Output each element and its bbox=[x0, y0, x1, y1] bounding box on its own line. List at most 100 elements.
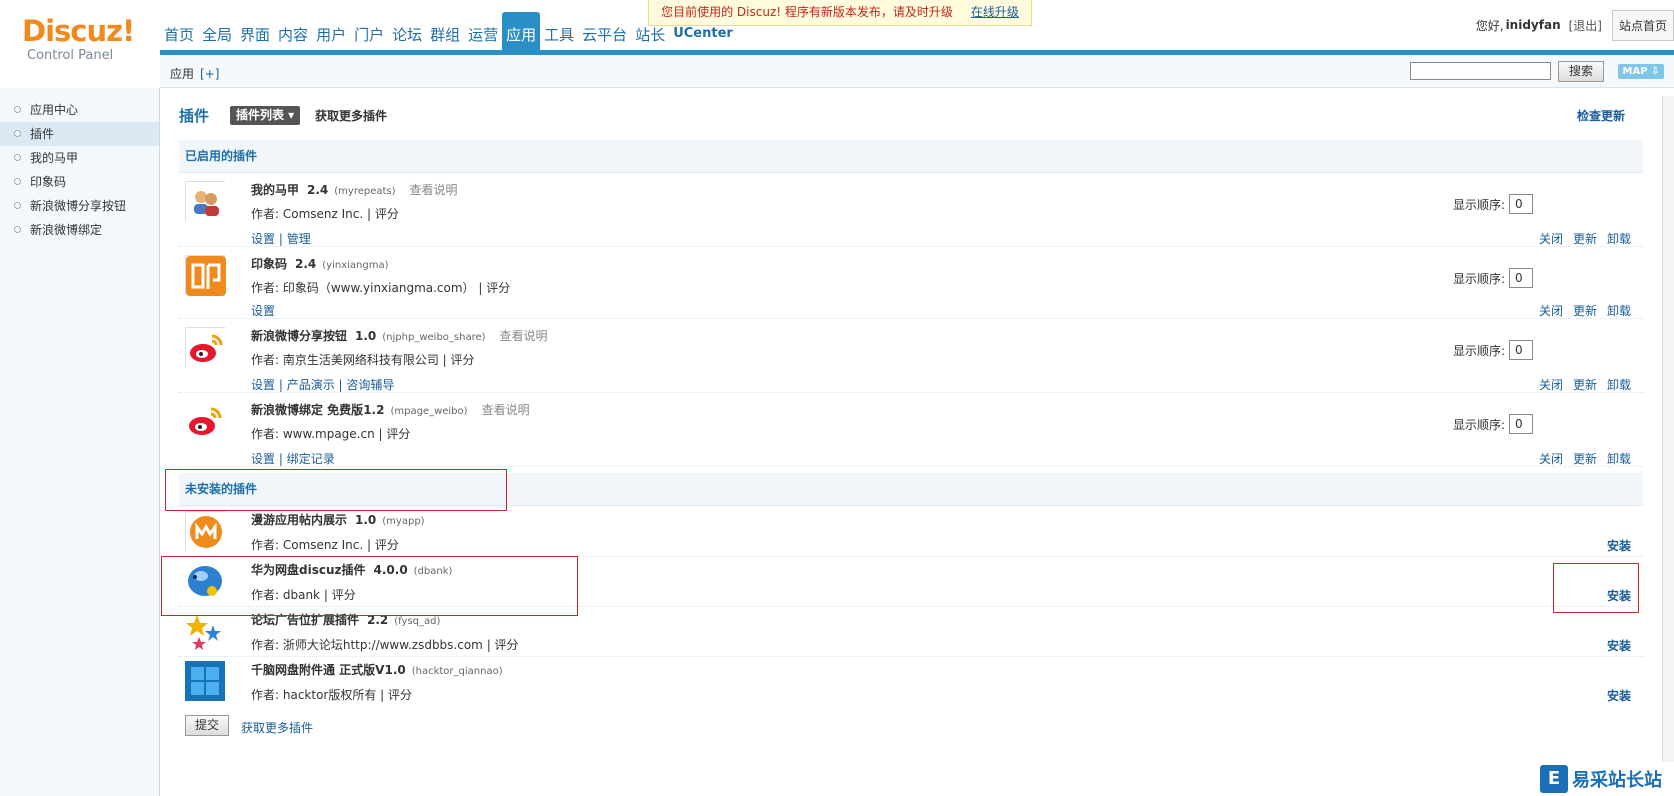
sidebar-item-weibo-share[interactable]: 新浪微博分享按钮 bbox=[0, 194, 159, 218]
author-text: 作者: www.mpage.cn | bbox=[251, 427, 387, 441]
plugin-row: 漫游应用帖内展示 1.0 (myapp) 作者: Comsenz Inc. | 评分… bbox=[179, 507, 1643, 557]
plugin-title: 千脑网盘附件通 正式版V1.0 bbox=[251, 663, 406, 677]
close-plugin-link[interactable]: 关闭 bbox=[1539, 452, 1563, 466]
nav-cloud[interactable]: 云平台 bbox=[578, 12, 631, 50]
nav-apps[interactable]: 应用 bbox=[502, 12, 541, 50]
discuz-logo[interactable]: Discuz! Control Panel bbox=[22, 14, 142, 74]
submit-button[interactable]: 提交 bbox=[185, 715, 229, 736]
get-more-plugins-link[interactable]: 获取更多插件 bbox=[315, 107, 387, 124]
bind-records-link[interactable]: 绑定记录 bbox=[287, 452, 335, 466]
update-plugin-link[interactable]: 更新 bbox=[1573, 232, 1597, 246]
manage-link[interactable]: 管理 bbox=[287, 232, 311, 246]
uninstall-plugin-link[interactable]: 卸载 bbox=[1607, 378, 1631, 392]
nav-home[interactable]: 首页 bbox=[160, 12, 198, 50]
nav-portal[interactable]: 门户 bbox=[350, 12, 388, 50]
readme-link[interactable]: 查看说明 bbox=[500, 329, 548, 343]
settings-link[interactable]: 设置 bbox=[251, 378, 275, 392]
sidebar-item-yinxiangma[interactable]: 印象码 bbox=[0, 170, 159, 194]
install-button[interactable]: 安装 bbox=[1607, 637, 1631, 654]
upgrade-notice: 您目前使用的 Discuz! 程序有新版本发布，请及时升级 在线升级 bbox=[648, 0, 1032, 26]
close-plugin-link[interactable]: 关闭 bbox=[1539, 304, 1563, 318]
nav-forum[interactable]: 论坛 bbox=[388, 12, 426, 50]
add-shortcut-link[interactable]: [+] bbox=[200, 67, 219, 81]
bullet-icon bbox=[14, 178, 21, 185]
consult-link[interactable]: 咨询辅导 bbox=[346, 378, 394, 392]
uninstall-plugin-link[interactable]: 卸载 bbox=[1607, 452, 1631, 466]
bullet-icon bbox=[14, 154, 21, 161]
order-input[interactable]: 0 bbox=[1509, 414, 1534, 434]
plugin-row: 新浪微博分享按钮 1.0 (njphp_weibo_share) 查看说明 作者: 南… bbox=[179, 319, 1643, 393]
enabled-plugins-header: 已启用的插件 bbox=[179, 140, 1643, 173]
close-plugin-link[interactable]: 关闭 bbox=[1539, 232, 1563, 246]
author-text: 作者: Comsenz Inc. | bbox=[251, 207, 375, 221]
rate-link[interactable]: 评分 bbox=[388, 688, 412, 702]
check-updates-link[interactable]: 检查更新 bbox=[1577, 107, 1625, 124]
plugin-author: 作者: 印象码（www.yinxiangma.com） | 评分 bbox=[251, 279, 510, 296]
plugin-links: 设置 | 绑定记录 bbox=[251, 452, 335, 466]
nav-global[interactable]: 全局 bbox=[198, 12, 236, 50]
rate-link[interactable]: 评分 bbox=[375, 207, 399, 221]
vertical-scrollbar[interactable] bbox=[1662, 96, 1674, 796]
demo-link[interactable]: 产品演示 bbox=[287, 378, 335, 392]
nav-content[interactable]: 内容 bbox=[274, 12, 312, 50]
nav-groups[interactable]: 群组 bbox=[426, 12, 464, 50]
install-button[interactable]: 安装 bbox=[1607, 687, 1631, 704]
rate-link[interactable]: 评分 bbox=[332, 588, 356, 602]
rate-link[interactable]: 评分 bbox=[486, 281, 510, 295]
sidebar-item-myrepeats[interactable]: 我的马甲 bbox=[0, 146, 159, 170]
search-button[interactable]: 搜索 bbox=[1558, 61, 1604, 82]
rate-link[interactable]: 评分 bbox=[495, 638, 519, 652]
get-more-plugins-bottom-link[interactable]: 获取更多插件 bbox=[241, 719, 313, 736]
site-home-button[interactable]: 站点首页 bbox=[1611, 9, 1674, 41]
rate-link[interactable]: 评分 bbox=[451, 353, 475, 367]
plugin-version: 4.0.0 bbox=[373, 563, 408, 577]
plugin-row: 华为网盘discuz插件 4.0.0 (dbank) 作者: dbank | 评分 … bbox=[179, 557, 1643, 607]
plugin-list-dropdown[interactable]: 插件列表 ▾ bbox=[230, 106, 301, 125]
update-plugin-link[interactable]: 更新 bbox=[1573, 304, 1597, 318]
rate-link[interactable]: 评分 bbox=[375, 538, 399, 552]
close-plugin-link[interactable]: 关闭 bbox=[1539, 378, 1563, 392]
sub-toolbar: 应用 [+] 搜索 MAP ⇩ bbox=[160, 55, 1674, 88]
plugin-name: 漫游应用帖内展示 1.0 (myapp) bbox=[251, 511, 425, 528]
nav-operations[interactable]: 运营 bbox=[464, 12, 502, 50]
nav-users[interactable]: 用户 bbox=[312, 12, 350, 50]
sidebar-item-weibo-bind[interactable]: 新浪微博绑定 bbox=[0, 218, 159, 242]
nav-interface[interactable]: 界面 bbox=[236, 12, 274, 50]
stars-icon bbox=[185, 611, 225, 651]
settings-link[interactable]: 设置 bbox=[251, 304, 275, 318]
order-input[interactable]: 0 bbox=[1509, 340, 1534, 360]
online-upgrade-link[interactable]: 在线升级 bbox=[971, 5, 1019, 19]
logo-brand: Discuz! bbox=[22, 14, 135, 48]
settings-link[interactable]: 设置 bbox=[251, 232, 275, 246]
sidebar-item-app-center[interactable]: 应用中心 bbox=[0, 98, 159, 122]
order-input[interactable]: 0 bbox=[1509, 194, 1534, 214]
dbank-icon bbox=[185, 561, 225, 601]
plugin-title: 印象码 bbox=[251, 257, 288, 271]
uninstall-plugin-link[interactable]: 卸载 bbox=[1607, 304, 1631, 318]
order-label: 显示顺序: bbox=[1453, 197, 1506, 212]
update-plugin-link[interactable]: 更新 bbox=[1573, 378, 1597, 392]
logout-link[interactable]: [退出] bbox=[1569, 17, 1602, 34]
search-input[interactable] bbox=[1410, 62, 1551, 80]
users-icon bbox=[185, 181, 226, 222]
author-text: 作者: 南京生活美网络科技有限公司 | bbox=[251, 353, 451, 367]
readme-link[interactable]: 查看说明 bbox=[482, 403, 530, 417]
rate-link[interactable]: 评分 bbox=[386, 427, 410, 441]
sidebar-item-label: 新浪微博分享按钮 bbox=[30, 199, 127, 213]
bullet-icon bbox=[14, 130, 21, 137]
readme-link[interactable]: 查看说明 bbox=[410, 183, 458, 197]
page-title: 插件 bbox=[179, 107, 210, 125]
settings-link[interactable]: 设置 bbox=[251, 452, 275, 466]
plugin-author: 作者: dbank | 评分 bbox=[251, 586, 356, 603]
install-button[interactable]: 安装 bbox=[1607, 587, 1631, 604]
update-plugin-link[interactable]: 更新 bbox=[1573, 452, 1597, 466]
bullet-icon bbox=[14, 106, 21, 113]
plugin-row: 论坛广告位扩展插件 2.2 (fysq_ad) 作者: 浙师大论坛http://ww… bbox=[179, 607, 1643, 657]
nav-tools[interactable]: 工具 bbox=[540, 12, 578, 50]
order-input[interactable]: 0 bbox=[1509, 268, 1534, 288]
uninstall-plugin-link[interactable]: 卸载 bbox=[1607, 232, 1631, 246]
install-button[interactable]: 安装 bbox=[1607, 537, 1631, 554]
sidebar-item-plugins[interactable]: 插件 bbox=[0, 122, 159, 146]
map-button[interactable]: MAP ⇩ bbox=[1618, 64, 1664, 79]
plugin-version: 1.0 bbox=[355, 329, 377, 343]
